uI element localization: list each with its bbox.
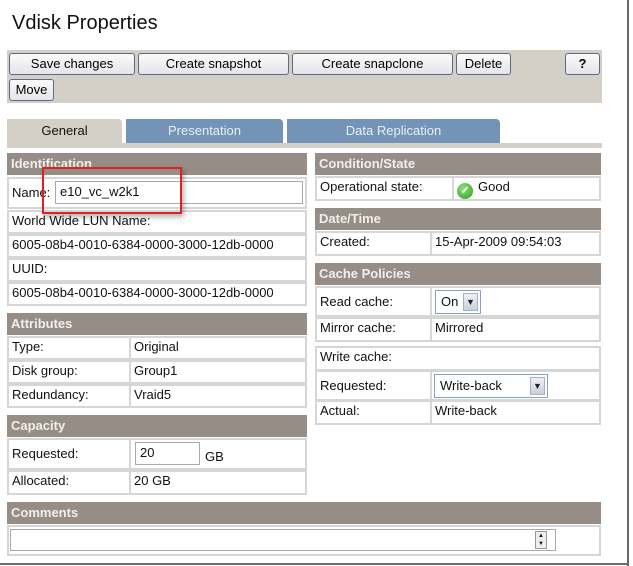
requested-capacity-label: Requested: xyxy=(7,438,131,470)
chevron-down-icon[interactable]: ▼ xyxy=(530,377,545,395)
operational-state-value: ✓ Good xyxy=(452,176,601,201)
redundancy-value: Vraid5 xyxy=(129,384,307,408)
write-requested-value: Write-back xyxy=(440,378,502,393)
wwln-value: 6005-08b4-0010-6384-0000-3000-12db-0000 xyxy=(7,234,307,258)
highlight-annotation xyxy=(42,167,182,214)
write-actual-value: Write-back xyxy=(430,400,601,425)
comments-header: Comments xyxy=(7,502,601,524)
requested-capacity-input[interactable]: 20 xyxy=(135,442,200,465)
redundancy-label: Redundancy: xyxy=(7,384,131,408)
write-cache-label: Write cache: xyxy=(315,346,601,371)
comments-scrollbar[interactable]: ▲ ▼ xyxy=(535,531,547,549)
tab-general[interactable]: General xyxy=(7,119,122,143)
uuid-value: 6005-08b4-0010-6384-0000-3000-12db-0000 xyxy=(7,282,307,306)
save-changes-button[interactable]: Save changes xyxy=(9,53,135,75)
uuid-label: UUID: xyxy=(7,258,307,282)
write-actual-label: Actual: xyxy=(315,400,432,425)
capacity-header: Capacity xyxy=(7,415,307,437)
check-icon: ✓ xyxy=(457,183,473,199)
capacity-unit: GB xyxy=(205,449,224,464)
create-snapclone-button[interactable]: Create snapclone xyxy=(292,53,453,75)
created-value: 15-Apr-2009 09:54:03 xyxy=(430,231,601,256)
read-cache-label: Read cache: xyxy=(315,286,432,317)
operational-state-text: Good xyxy=(478,179,510,194)
window-border-right xyxy=(627,0,629,566)
type-label: Type: xyxy=(7,336,131,360)
chevron-down-icon[interactable]: ▼ xyxy=(463,293,478,311)
create-snapshot-button[interactable]: Create snapshot xyxy=(138,53,289,75)
mirror-cache-value: Mirrored xyxy=(430,317,601,342)
disk-group-label: Disk group: xyxy=(7,360,131,384)
tab-underline xyxy=(7,143,602,148)
page-title: Vdisk Properties xyxy=(12,12,158,34)
tab-data-replication[interactable]: Data Replication xyxy=(287,119,500,143)
cache-header: Cache Policies xyxy=(315,263,601,285)
condition-header: Condition/State xyxy=(315,153,601,175)
attributes-header: Attributes xyxy=(7,313,307,335)
type-value: Original xyxy=(129,336,307,360)
read-cache-value: On xyxy=(441,294,459,309)
help-button[interactable]: ? xyxy=(565,53,600,75)
tab-presentation[interactable]: Presentation xyxy=(126,119,283,143)
operational-state-label: Operational state: xyxy=(315,176,454,201)
created-label: Created: xyxy=(315,231,432,256)
datetime-header: Date/Time xyxy=(315,208,601,230)
read-cache-select[interactable]: On ▼ xyxy=(435,290,481,314)
allocated-value: 20 GB xyxy=(129,470,307,495)
write-requested-select[interactable]: Write-back ▼ xyxy=(434,374,548,398)
disk-group-value: Group1 xyxy=(129,360,307,384)
delete-button[interactable]: Delete xyxy=(456,53,511,75)
mirror-cache-label: Mirror cache: xyxy=(315,317,432,342)
allocated-label: Allocated: xyxy=(7,470,131,495)
write-requested-label: Requested: xyxy=(315,370,432,401)
move-button[interactable]: Move xyxy=(9,79,54,101)
window-border-bottom xyxy=(0,563,629,565)
comments-textarea[interactable] xyxy=(10,529,556,551)
